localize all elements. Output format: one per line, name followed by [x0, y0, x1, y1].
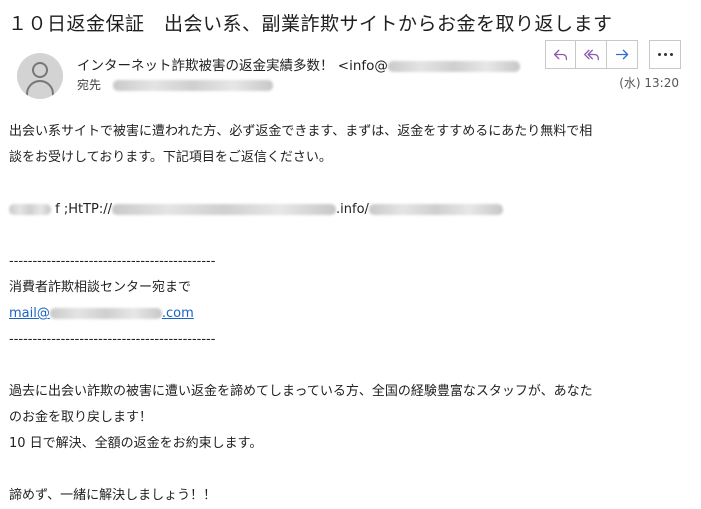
- mail-suffix: .com: [161, 306, 194, 321]
- redacted-link-domain: [112, 204, 337, 215]
- obfuscated-link-line: f ;HtTP:// .info/: [9, 197, 689, 223]
- body-paragraph-1-line-2: 談をお受けしております。下記項目をご返信ください。: [9, 150, 332, 165]
- more-actions-button[interactable]: [649, 40, 681, 69]
- body-paragraph-2-line-1: 過去に出会い詐欺の被害に遭い返金を諦めてしまっている方、全国の経験豊富なスタッフ…: [9, 384, 593, 399]
- closing-line: 諦めず、一緒に解決しましょう！！: [9, 488, 217, 503]
- reply-all-icon: [583, 49, 599, 61]
- reply-icon: [553, 49, 568, 61]
- redacted-link-path: [368, 204, 503, 215]
- email-subject: １０日返金保証 出会い系、副業詐欺サイトからお金を取り返します: [8, 13, 613, 35]
- mail-prefix: mail@: [9, 306, 50, 321]
- divider-top: ----------------------------------------…: [9, 254, 216, 269]
- mail-line: mail@ .com: [9, 301, 689, 327]
- avatar-body-shape: [26, 80, 54, 99]
- forward-icon: [615, 49, 628, 60]
- recipient-line: 宛先: [77, 76, 273, 93]
- sender-avatar[interactable]: [17, 53, 63, 99]
- body-paragraph-1-line-1: 出会い系サイトで被害に遭われた方、必ず返金できます、まずは、返金をすすめるにあた…: [9, 124, 593, 139]
- redacted-recipient: [112, 80, 273, 91]
- avatar-head-shape: [32, 62, 48, 78]
- reply-all-button[interactable]: [576, 40, 607, 69]
- consumer-center-line: 消費者詐欺相談センター宛まで: [9, 280, 192, 295]
- redacted-sender-address: [387, 60, 520, 72]
- link-prefix: f ;HtTP://: [51, 202, 113, 217]
- email-date: (水) 13:20: [619, 76, 679, 90]
- reply-button[interactable]: [545, 40, 576, 69]
- redacted-link-start: [9, 204, 51, 215]
- forward-button[interactable]: [607, 40, 638, 69]
- body-paragraph-2-line-3: 10 日で解決、全額の返金をお約束します。: [9, 436, 263, 451]
- sender-line[interactable]: インターネット詐欺被害の返金実績多数！ <info@: [77, 54, 520, 74]
- to-label: 宛先: [77, 78, 102, 92]
- email-body: 出会い系サイトで被害に遭われた方、必ず返金できます、まずは、返金をすすめるにあた…: [9, 119, 689, 509]
- link-mid: .info/: [336, 202, 369, 217]
- message-actions: [545, 40, 638, 69]
- more-icon: [657, 53, 673, 56]
- body-paragraph-2-line-2: のお金を取り戻します！: [9, 410, 153, 425]
- sender-name: インターネット詐欺被害の返金実績多数！ <info@: [77, 58, 388, 74]
- redacted-mail-domain: [49, 308, 162, 319]
- contact-mail-link[interactable]: mail@ .com: [9, 306, 194, 321]
- divider-bottom: ----------------------------------------…: [9, 332, 216, 347]
